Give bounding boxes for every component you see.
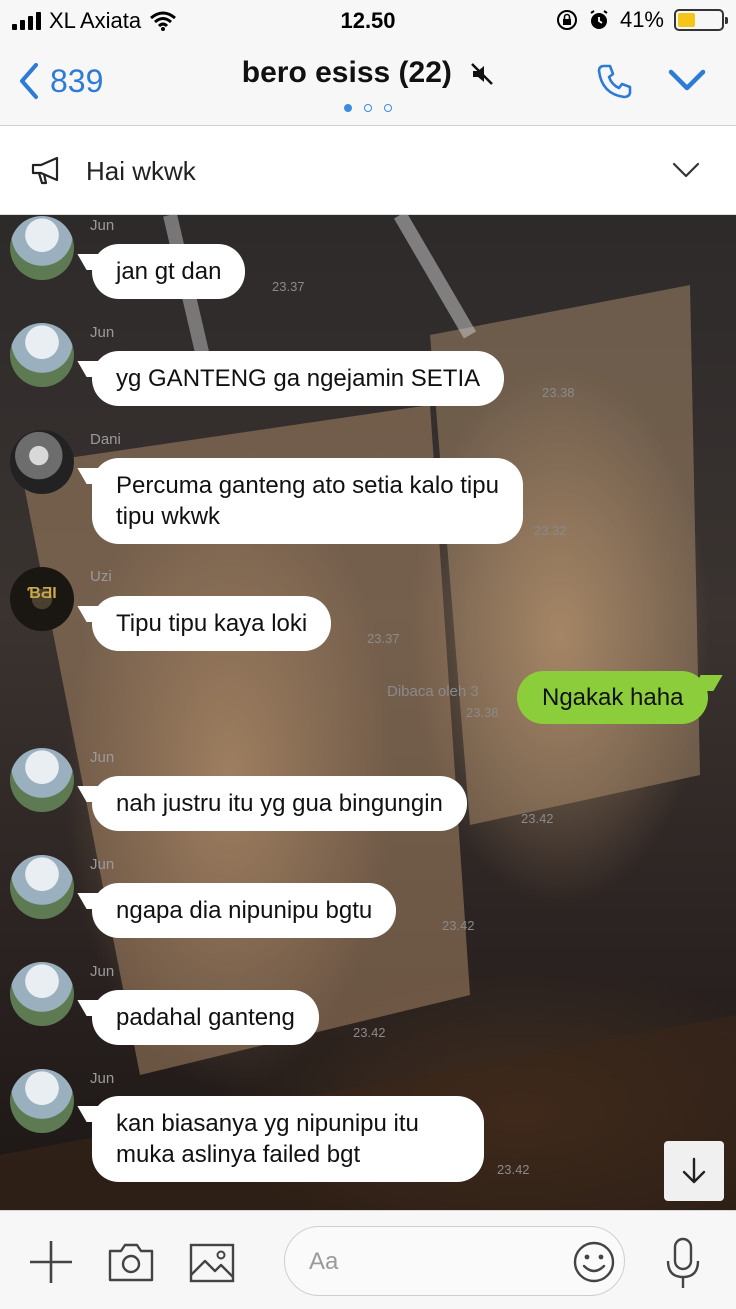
expand-chevron-icon[interactable]	[672, 161, 700, 179]
message-bubble[interactable]: yg GANTENG ga ngejamin SETIA	[92, 351, 505, 406]
my-message-bubble[interactable]: Ngakak haha	[517, 671, 709, 724]
read-receipt: Dibaca oleh 3	[387, 683, 479, 700]
announcement-text: Hai wkwk	[86, 156, 196, 186]
message-input[interactable]	[309, 1245, 559, 1279]
phone-icon[interactable]	[596, 62, 634, 100]
chat-title: bero esiss (22)	[241, 56, 452, 89]
message-bubble[interactable]: ngapa dia nipunipu bgtu	[92, 883, 397, 938]
message-time: 23.42	[497, 1162, 530, 1177]
image-icon[interactable]	[188, 1242, 236, 1284]
avatar-uzi[interactable]: ƁƋI	[10, 567, 74, 631]
message-bubble[interactable]: nah justru itu yg gua bingungin	[92, 776, 467, 831]
sender-name: Uzi	[90, 568, 112, 585]
sender-name: Dani	[90, 431, 121, 448]
page-dot	[364, 104, 372, 112]
battery-icon	[674, 9, 728, 31]
rotation-lock-icon	[556, 10, 577, 30]
message-bubble[interactable]: Percuma ganteng ato setia kalo tipu tipu…	[92, 458, 523, 544]
battery-percent: 41%	[619, 7, 664, 32]
sender-name: Jun	[90, 324, 115, 341]
message-time: 23.42	[353, 1025, 386, 1040]
message-time: 23.42	[442, 918, 475, 933]
input-bar	[0, 1210, 736, 1309]
mute-icon	[471, 63, 494, 85]
message-bubble[interactable]: kan biasanya yg nipunipu itu muka asliny…	[92, 1096, 484, 1182]
scroll-down-button[interactable]	[664, 1141, 724, 1201]
emoji-icon[interactable]	[572, 1240, 616, 1284]
status-bar: XL Axiata 12.50 41%	[0, 0, 736, 40]
avatar-jun[interactable]	[10, 748, 74, 812]
plus-icon[interactable]	[28, 1239, 74, 1285]
status-right: 41%	[556, 7, 728, 33]
page-dot	[344, 104, 352, 112]
message-bubble[interactable]: jan gt dan	[92, 244, 246, 299]
message-bubble[interactable]: padahal ganteng	[92, 990, 319, 1045]
message-time: 23.37	[272, 279, 305, 294]
message-time: 23.38	[542, 385, 575, 400]
chat-area[interactable]: Jun jan gt dan 23.37 Jun yg GANTENG ga n…	[0, 215, 736, 1210]
camera-icon[interactable]	[107, 1241, 155, 1283]
avatar-jun[interactable]	[10, 855, 74, 919]
sender-name: Jun	[90, 963, 115, 980]
sender-name: Jun	[90, 749, 115, 766]
avatar-jun[interactable]	[10, 323, 74, 387]
avatar-jun[interactable]	[10, 1069, 74, 1133]
message-time: 23.42	[521, 811, 554, 826]
page-indicator	[0, 104, 736, 112]
avatar-jun[interactable]	[10, 216, 74, 280]
message-time: 23.38	[466, 705, 499, 720]
battery-level	[678, 13, 696, 27]
chevron-down-icon[interactable]	[668, 68, 706, 92]
message-bubble[interactable]: Tipu tipu kaya loki	[92, 596, 332, 651]
sender-name: Jun	[90, 1070, 115, 1087]
chat-header: 839 bero esiss (22)	[0, 40, 736, 126]
page-dot	[384, 104, 392, 112]
arrow-down-icon	[682, 1157, 706, 1184]
alarm-icon	[590, 10, 608, 29]
announcement-bar[interactable]: Hai wkwk	[0, 127, 736, 215]
message-time: 23.37	[367, 631, 400, 646]
avatar-badge-icon: ƁƋI	[27, 585, 57, 602]
message-time: 23.32	[534, 523, 567, 538]
avatar-dani[interactable]	[10, 430, 74, 494]
sender-name: Jun	[90, 217, 115, 234]
megaphone-icon	[31, 156, 59, 185]
sender-name: Jun	[90, 856, 115, 873]
avatar-jun[interactable]	[10, 962, 74, 1026]
message-input-container[interactable]	[284, 1226, 625, 1296]
microphone-icon[interactable]	[664, 1236, 702, 1290]
